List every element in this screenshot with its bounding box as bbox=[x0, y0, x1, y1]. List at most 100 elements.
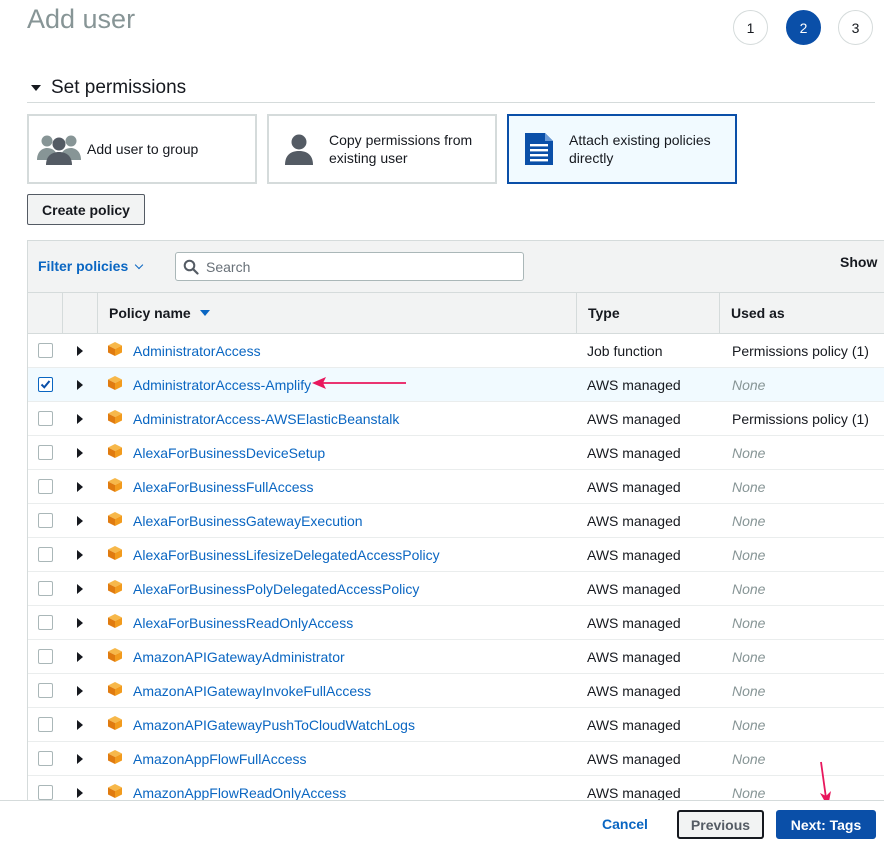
expand-caret-icon[interactable] bbox=[77, 413, 83, 424]
row-checkbox[interactable] bbox=[38, 615, 53, 630]
filter-policies-dropdown[interactable]: Filter policies bbox=[38, 258, 144, 274]
expand-caret-icon[interactable] bbox=[77, 481, 83, 492]
policy-cell: AlexaForBusinessPolyDelegatedAccessPolic… bbox=[107, 572, 419, 605]
row-checkbox[interactable] bbox=[38, 479, 53, 494]
row-checkbox[interactable] bbox=[38, 717, 53, 732]
policy-icon bbox=[108, 409, 122, 424]
expand-caret-icon[interactable] bbox=[77, 651, 83, 662]
row-checkbox[interactable] bbox=[38, 411, 53, 426]
step-3[interactable]: 3 bbox=[838, 10, 873, 45]
table-row[interactable]: AlexaForBusinessLifesizeDelegatedAccessP… bbox=[28, 538, 884, 572]
policy-name-link[interactable]: AdministratorAccess-AWSElasticBeanstalk bbox=[133, 411, 399, 427]
show-label[interactable]: Show bbox=[840, 254, 877, 270]
expand-caret-icon[interactable] bbox=[77, 685, 83, 696]
cancel-button[interactable]: Cancel bbox=[602, 816, 648, 832]
sort-desc-icon bbox=[199, 310, 210, 316]
policy-name-link[interactable]: AmazonAPIGatewayInvokeFullAccess bbox=[133, 683, 371, 699]
expand-caret-icon[interactable] bbox=[77, 549, 83, 560]
policy-name-link[interactable]: AlexaForBusinessLifesizeDelegatedAccessP… bbox=[133, 547, 440, 563]
policy-name-link[interactable]: AdministratorAccess bbox=[133, 343, 261, 359]
expand-caret-icon[interactable] bbox=[77, 345, 83, 356]
search-input[interactable] bbox=[204, 257, 504, 276]
row-expand-cell bbox=[77, 742, 83, 775]
header-type[interactable]: Type bbox=[576, 293, 719, 333]
policy-icon bbox=[108, 579, 122, 594]
policy-cell: AmazonAPIGatewayAdministrator bbox=[107, 640, 345, 673]
policy-icon bbox=[108, 783, 122, 798]
row-checkbox[interactable] bbox=[38, 343, 53, 358]
table-row[interactable]: AmazonAPIGatewayAdministrator AWS managed… bbox=[28, 640, 884, 674]
expand-caret-icon[interactable] bbox=[77, 583, 83, 594]
policy-name-link[interactable]: AmazonAPIGatewayAdministrator bbox=[133, 649, 345, 665]
policy-name-link[interactable]: AmazonAPIGatewayPushToCloudWatchLogs bbox=[133, 717, 415, 733]
policy-name-link[interactable]: AmazonAppFlowReadOnlyAccess bbox=[133, 785, 346, 801]
row-expand-cell bbox=[77, 334, 83, 367]
policy-name-link[interactable]: AlexaForBusinessPolyDelegatedAccessPolic… bbox=[133, 581, 419, 597]
step-1[interactable]: 1 bbox=[733, 10, 768, 45]
row-checkbox-cell bbox=[38, 674, 53, 707]
row-checkbox-cell bbox=[38, 572, 53, 605]
table-row[interactable]: AlexaForBusinessFullAccess AWS managed Non… bbox=[28, 470, 884, 504]
option-label: Attach existing policies directly bbox=[569, 132, 711, 166]
row-checkbox[interactable] bbox=[38, 445, 53, 460]
row-checkbox[interactable] bbox=[38, 683, 53, 698]
search-box[interactable] bbox=[175, 252, 524, 281]
policy-name-link[interactable]: AlexaForBusinessGatewayExecution bbox=[133, 513, 363, 529]
row-checkbox[interactable] bbox=[38, 649, 53, 664]
policy-cell: AdministratorAccess bbox=[107, 334, 261, 367]
expand-caret-icon[interactable] bbox=[77, 617, 83, 628]
table-row[interactable]: AdministratorAccess-AWSElasticBeanstalk A… bbox=[28, 402, 884, 436]
policy-cell: AlexaForBusinessLifesizeDelegatedAccessP… bbox=[107, 538, 440, 571]
expand-caret-icon[interactable] bbox=[77, 753, 83, 764]
row-checkbox[interactable] bbox=[38, 377, 53, 392]
policy-name-link[interactable]: AlexaForBusinessFullAccess bbox=[133, 479, 314, 495]
table-row[interactable]: AmazonAppFlowReadOnlyAccess AWS managed No… bbox=[28, 776, 884, 800]
row-expand-cell bbox=[77, 470, 83, 503]
option-copy-permissions[interactable]: Copy permissions from existing user bbox=[267, 114, 497, 184]
expand-caret-icon[interactable] bbox=[77, 515, 83, 526]
policy-name-link[interactable]: AdministratorAccess-Amplify bbox=[133, 377, 311, 393]
table-row[interactable]: AmazonAppFlowFullAccess AWS managed None bbox=[28, 742, 884, 776]
row-checkbox-cell bbox=[38, 606, 53, 639]
table-row[interactable]: AdministratorAccess Job function Permissio… bbox=[28, 334, 884, 368]
table-row[interactable]: AmazonAPIGatewayPushToCloudWatchLogs AWS … bbox=[28, 708, 884, 742]
table-row[interactable]: AdministratorAccess-Amplify AWS managed No… bbox=[28, 368, 884, 402]
expand-caret-icon[interactable] bbox=[77, 447, 83, 458]
table-row[interactable]: AlexaForBusinessGatewayExecution AWS mana… bbox=[28, 504, 884, 538]
policy-used-as: None bbox=[732, 376, 766, 393]
set-permissions-header[interactable]: Set permissions bbox=[27, 74, 875, 103]
row-checkbox[interactable] bbox=[38, 581, 53, 596]
policy-icon bbox=[108, 341, 122, 356]
row-expand-cell bbox=[77, 776, 83, 800]
create-policy-button[interactable]: Create policy bbox=[27, 194, 145, 225]
row-checkbox[interactable] bbox=[38, 785, 53, 800]
row-checkbox-cell bbox=[38, 640, 53, 673]
policy-used-as: None bbox=[732, 546, 766, 563]
row-expand-cell bbox=[77, 436, 83, 469]
policy-icon bbox=[108, 749, 122, 764]
option-label: Copy permissions from existing user bbox=[329, 132, 473, 166]
policy-icon bbox=[108, 647, 122, 662]
row-checkbox[interactable] bbox=[38, 513, 53, 528]
table-row[interactable]: AmazonAPIGatewayInvokeFullAccess AWS mana… bbox=[28, 674, 884, 708]
row-checkbox[interactable] bbox=[38, 547, 53, 562]
table-row[interactable]: AlexaForBusinessReadOnlyAccess AWS manage… bbox=[28, 606, 884, 640]
expand-caret-icon[interactable] bbox=[77, 379, 83, 390]
header-used-as[interactable]: Used as bbox=[719, 293, 884, 333]
next-tags-button[interactable]: Next: Tags bbox=[776, 810, 876, 839]
table-row[interactable]: AlexaForBusinessPolyDelegatedAccessPolic… bbox=[28, 572, 884, 606]
header-policy-name[interactable]: Policy name bbox=[97, 293, 576, 333]
table-row[interactable]: AlexaForBusinessDeviceSetup AWS managed No… bbox=[28, 436, 884, 470]
policy-type: AWS managed bbox=[587, 376, 681, 393]
expand-caret-icon[interactable] bbox=[77, 719, 83, 730]
previous-button[interactable]: Previous bbox=[677, 810, 764, 839]
option-add-user-to-group[interactable]: Add user to group bbox=[27, 114, 257, 184]
policy-cell: AdministratorAccess-AWSElasticBeanstalk bbox=[107, 402, 399, 435]
policy-name-link[interactable]: AlexaForBusinessDeviceSetup bbox=[133, 445, 325, 461]
option-attach-policies[interactable]: Attach existing policies directly bbox=[507, 114, 737, 184]
expand-caret-icon[interactable] bbox=[77, 787, 83, 798]
row-checkbox[interactable] bbox=[38, 751, 53, 766]
policy-name-link[interactable]: AlexaForBusinessReadOnlyAccess bbox=[133, 615, 353, 631]
policy-cell: AmazonAPIGatewayInvokeFullAccess bbox=[107, 674, 371, 707]
policy-name-link[interactable]: AmazonAppFlowFullAccess bbox=[133, 751, 307, 767]
